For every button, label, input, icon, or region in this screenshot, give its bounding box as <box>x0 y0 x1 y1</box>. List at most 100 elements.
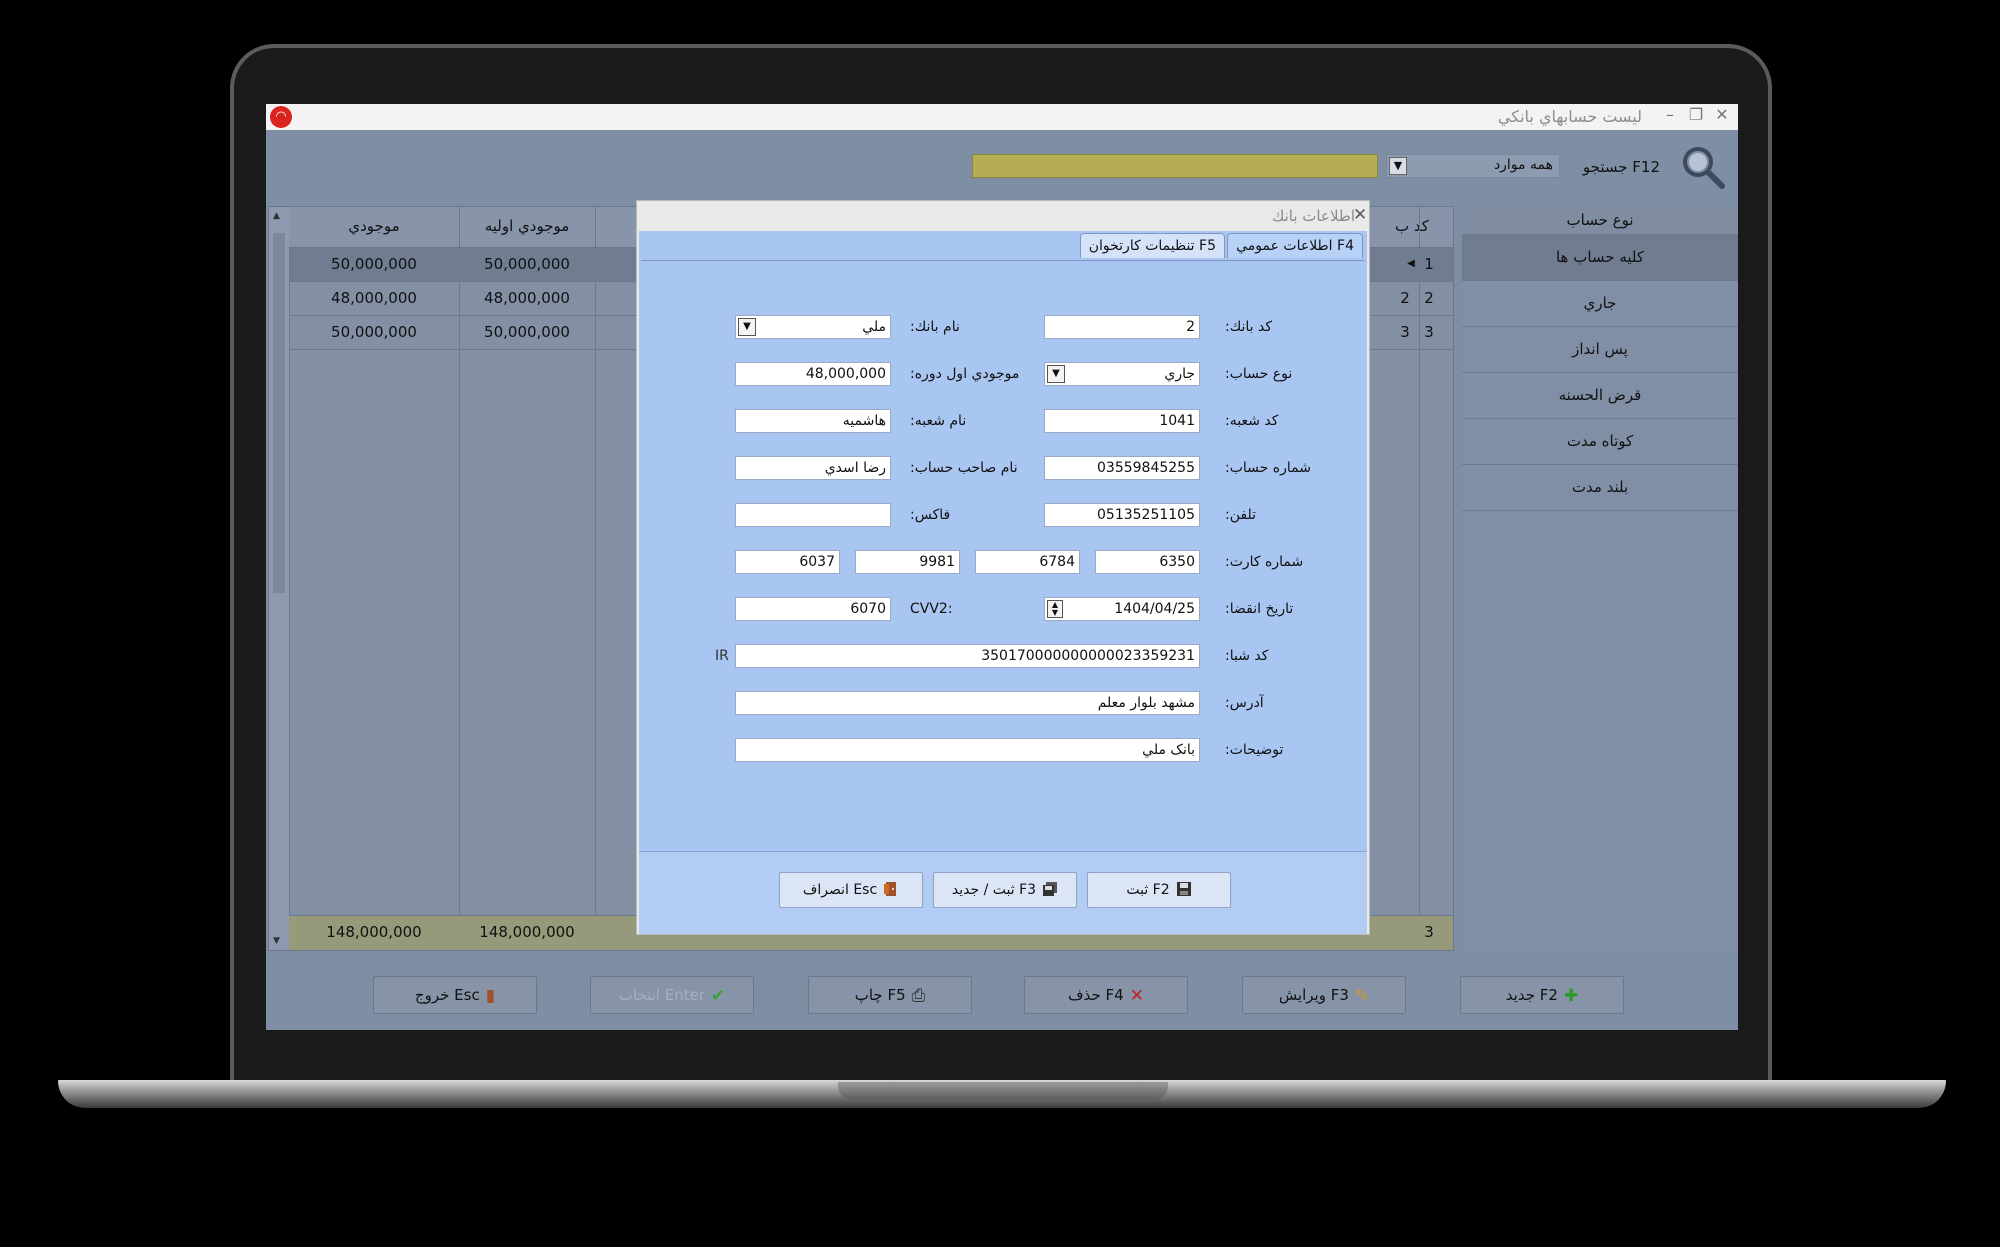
bank-info-dialog: اطلاعات بانك ✕ اطلاعات عمومي F4 تنظيمات … <box>636 200 1370 935</box>
edit-button[interactable]: ويرايش F3 ✎ <box>1242 976 1406 1014</box>
app-window: ◠ ليست حسابهاي بانكي – ❐ ✕ جستجو F12 همه… <box>266 104 1738 1030</box>
search-scope-select[interactable]: همه موارد ▼ <box>1386 154 1560 178</box>
window-title: ليست حسابهاي بانكي <box>1497 107 1642 126</box>
opening-balance-field[interactable]: 48,000,000 <box>735 362 891 386</box>
search-scope-value: همه موارد <box>1493 157 1553 173</box>
dialog-title-area: اطلاعات بانك <box>1272 207 1359 227</box>
cancel-button-label: انصراف Esc <box>802 882 878 898</box>
new-button[interactable]: جديد F2 ✚ <box>1460 976 1624 1014</box>
spinner-icon[interactable]: ▲ ▼ <box>1047 600 1063 618</box>
exit-door-icon <box>884 882 897 896</box>
sheba-prefix: IR <box>715 648 729 664</box>
exit-button[interactable]: خروج Esc ▮ <box>373 976 537 1014</box>
cell-initial-balance: 50,000,000 <box>484 323 570 341</box>
phone-field[interactable]: 05135251105 <box>1044 503 1200 527</box>
branch-code-field[interactable]: 1041 <box>1044 409 1200 433</box>
delete-button[interactable]: حذف F4 ✕ <box>1024 976 1188 1014</box>
checkmark-icon: ✔ <box>711 986 726 1006</box>
floppy-disk-icon <box>1176 882 1191 896</box>
dialog-title: اطلاعات بانك <box>1271 207 1355 225</box>
branch-name-label: نام شعبه: <box>910 413 967 429</box>
account-type-sidebar: نوع حساب كليه حساب ها جاري پس انداز قرض … <box>1462 206 1738 951</box>
sheba-field[interactable]: 350170000000000023359231 <box>735 644 1200 668</box>
total-row-count: 3 <box>1424 923 1434 941</box>
restore-icon[interactable]: ❐ <box>1686 105 1706 124</box>
card-number-part-3[interactable]: 9981 <box>855 550 960 574</box>
notes-field[interactable]: بانک ملي <box>735 738 1200 762</box>
bank-name-label: نام بانك: <box>910 319 960 335</box>
column-header-bank-code[interactable]: كد ب <box>1395 217 1431 235</box>
exit-button-label: خروج Esc <box>414 986 480 1004</box>
chevron-down-icon[interactable]: ▼ <box>738 318 756 336</box>
chevron-down-icon[interactable]: ▼ <box>1389 157 1407 175</box>
dialog-footer: ثبت F2 ثبت / جديد F3 انصراف Esc <box>639 851 1367 934</box>
save-and-new-button[interactable]: ثبت / جديد F3 <box>933 872 1077 908</box>
expiry-date-field[interactable]: 1404/04/25 ▲ ▼ <box>1044 597 1200 621</box>
print-button-label: چاپ F5 <box>854 986 906 1004</box>
cell-initial-balance: 50,000,000 <box>484 255 570 273</box>
laptop-notch <box>838 1082 1168 1100</box>
account-number-field[interactable]: 03559845255 <box>1044 456 1200 480</box>
total-balance: 148,000,000 <box>326 923 422 941</box>
cvv2-field[interactable]: 6070 <box>735 597 891 621</box>
sidebar-item-interest-free[interactable]: قرض الحسنه <box>1462 373 1738 419</box>
current-row-indicator-icon: ◀ <box>1407 258 1415 269</box>
sheba-label: كد شبا: <box>1225 648 1269 664</box>
sidebar-item-short-term[interactable]: كوتاه مدت <box>1462 419 1738 465</box>
cell-initial-balance: 48,000,000 <box>484 289 570 307</box>
card-number-part-1[interactable]: 6350 <box>1095 550 1200 574</box>
sidebar-item-current[interactable]: جاري <box>1462 281 1738 327</box>
bank-code-label: كد بانك: <box>1225 319 1273 335</box>
address-field[interactable]: مشهد بلوار معلم <box>735 691 1200 715</box>
minimize-icon[interactable]: – <box>1660 105 1680 124</box>
search-icon[interactable] <box>1680 144 1726 190</box>
account-type-select[interactable]: جاري ▼ <box>1044 362 1200 386</box>
bank-name-select[interactable]: ملي ▼ <box>735 315 891 339</box>
row-number: 3 <box>1424 323 1434 341</box>
scroll-down-icon[interactable]: ▼ <box>273 936 280 946</box>
sidebar-item-all[interactable]: كليه حساب ها <box>1462 235 1738 281</box>
expiry-date-value: 1404/04/25 <box>1114 601 1195 617</box>
search-input[interactable] <box>972 154 1378 178</box>
select-button[interactable]: انتخاب Enter ✔ <box>590 976 754 1014</box>
phone-label: تلفن: <box>1225 507 1256 523</box>
address-label: آدرس: <box>1225 695 1264 711</box>
save-and-new-button-label: ثبت / جديد F3 <box>951 882 1037 898</box>
dialog-close-icon[interactable]: ✕ <box>1353 205 1369 225</box>
holder-name-label: نام صاحب حساب: <box>910 460 1018 476</box>
branch-name-field[interactable]: هاشميه <box>735 409 891 433</box>
save-button-label: ثبت F2 <box>1126 882 1170 898</box>
fax-label: فاكس: <box>910 507 951 523</box>
holder-name-field[interactable]: رضا اسدي <box>735 456 891 480</box>
sidebar-item-savings[interactable]: پس انداز <box>1462 327 1738 373</box>
search-label: جستجو F12 <box>1582 158 1660 176</box>
close-icon[interactable]: ✕ <box>1712 105 1732 124</box>
chevron-down-icon[interactable]: ▼ <box>1047 365 1065 383</box>
printer-icon: ⎙ <box>911 986 926 1006</box>
cancel-button[interactable]: انصراف Esc <box>779 872 923 908</box>
column-header-initial-balance[interactable]: موجودي اوليه <box>459 217 595 235</box>
select-button-label: انتخاب Enter <box>618 986 706 1004</box>
app-logo-icon[interactable]: ◠ <box>270 106 292 128</box>
cell-balance: 48,000,000 <box>331 289 417 307</box>
grid-scrollbar[interactable]: ▲ ▼ <box>269 207 290 950</box>
delete-button-label: حذف F4 <box>1068 986 1124 1004</box>
card-number-part-4[interactable]: 6037 <box>735 550 840 574</box>
print-button[interactable]: چاپ F5 ⎙ <box>808 976 972 1014</box>
sidebar-item-long-term[interactable]: بلند مدت <box>1462 465 1738 511</box>
save-button[interactable]: ثبت F2 <box>1087 872 1231 908</box>
tab-general[interactable]: اطلاعات عمومي F4 <box>1227 233 1363 258</box>
dialog-body: اطلاعات عمومي F4 تنظيمات كارتخوان F5 كد … <box>639 231 1367 934</box>
bank-code-field[interactable]: 2 <box>1044 315 1200 339</box>
fax-field[interactable] <box>735 503 891 527</box>
row-number: 2 <box>1424 289 1434 307</box>
column-header-balance[interactable]: موجودي <box>289 217 459 235</box>
x-icon: ✕ <box>1129 986 1144 1006</box>
scrollbar-thumb[interactable] <box>273 233 285 593</box>
tab-card-reader[interactable]: تنظيمات كارتخوان F5 <box>1079 233 1225 258</box>
total-initial-balance: 148,000,000 <box>479 923 575 941</box>
card-number-part-2[interactable]: 6784 <box>975 550 1080 574</box>
scroll-up-icon[interactable]: ▲ <box>273 211 280 221</box>
notes-label: توضيحات: <box>1225 742 1284 758</box>
cvv2-label: CVV2: <box>910 601 953 617</box>
